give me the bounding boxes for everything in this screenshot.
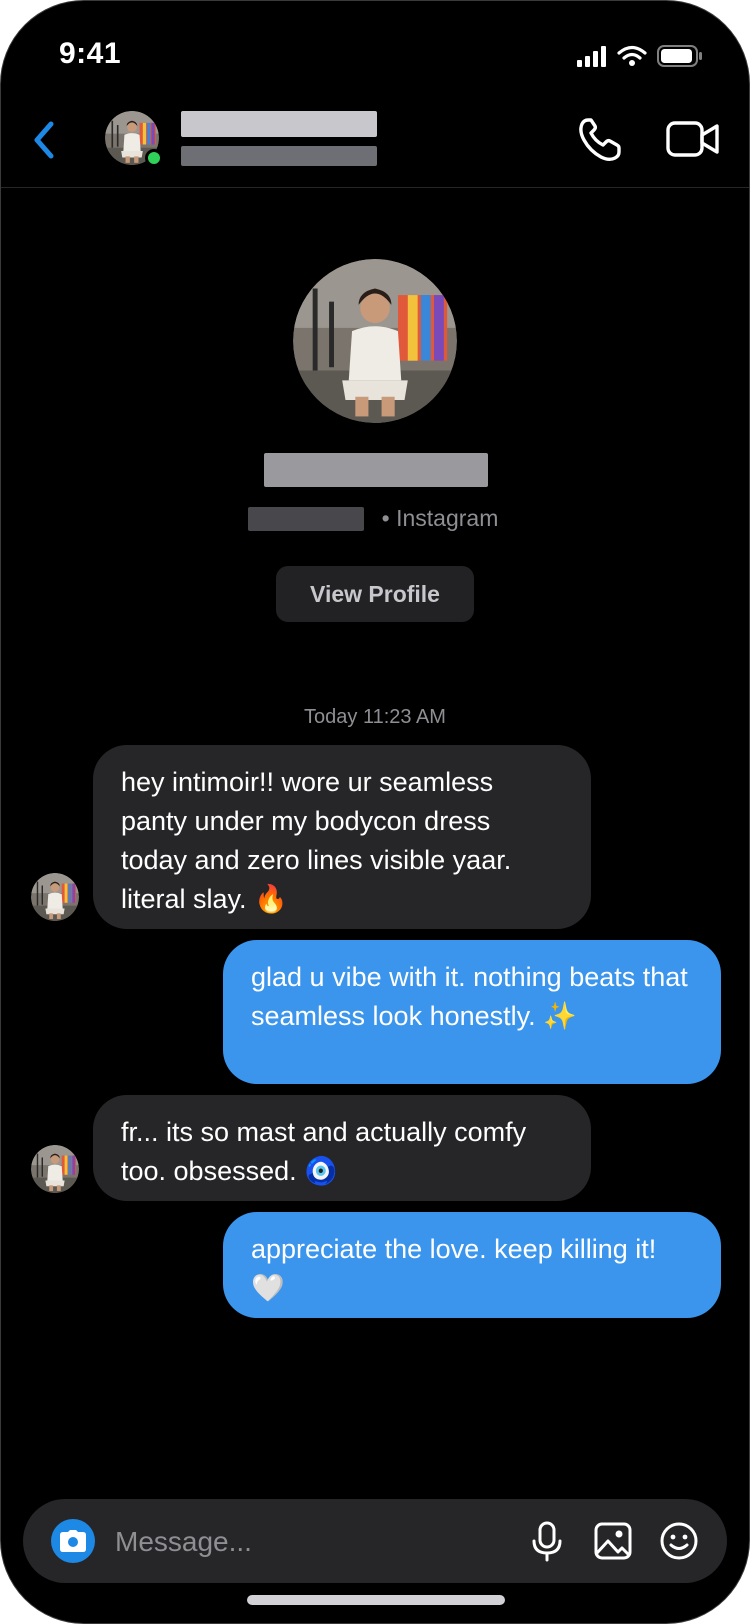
signal-icon xyxy=(577,46,606,67)
chat-header xyxy=(1,97,749,188)
microphone-icon[interactable] xyxy=(525,1519,569,1563)
profile-source: • Instagram xyxy=(1,505,749,532)
message-composer xyxy=(23,1499,727,1583)
smiley-icon[interactable] xyxy=(657,1519,701,1563)
contact-name-redacted[interactable] xyxy=(181,111,377,137)
contact-username-redacted[interactable] xyxy=(181,146,377,166)
online-indicator xyxy=(145,149,163,167)
camera-button[interactable] xyxy=(51,1519,95,1563)
home-indicator[interactable] xyxy=(247,1595,505,1605)
message-input[interactable] xyxy=(113,1517,487,1567)
profile-photo[interactable] xyxy=(293,259,457,423)
message-bubble-incoming[interactable]: fr... its so mast and actually comfy too… xyxy=(93,1095,591,1201)
status-icons xyxy=(577,45,703,67)
phone-screen: 9:41 • Instagram View Profile Today 11:2… xyxy=(0,0,750,1624)
avatar[interactable] xyxy=(31,873,79,921)
camera-icon xyxy=(60,1530,86,1552)
phone-icon[interactable] xyxy=(575,115,625,165)
video-camera-icon[interactable] xyxy=(665,117,721,161)
image-icon[interactable] xyxy=(591,1519,635,1563)
view-profile-button[interactable]: View Profile xyxy=(276,566,474,622)
message-bubble-incoming[interactable]: hey intimoir!! wore ur seamless panty un… xyxy=(93,745,591,929)
profile-name-redacted xyxy=(264,453,488,487)
avatar[interactable] xyxy=(31,1145,79,1193)
chevron-left-icon[interactable] xyxy=(25,115,65,165)
wifi-icon xyxy=(617,45,647,66)
message-bubble-outgoing[interactable]: appreciate the love. keep killing it! 🤍 xyxy=(223,1212,721,1318)
message-timestamp: Today 11:23 AM xyxy=(304,706,446,728)
status-time: 9:41 xyxy=(59,37,122,70)
message-bubble-outgoing[interactable]: glad u vibe with it. nothing beats that … xyxy=(223,940,721,1084)
source-label: • Instagram xyxy=(381,505,499,531)
battery-icon xyxy=(657,45,702,67)
